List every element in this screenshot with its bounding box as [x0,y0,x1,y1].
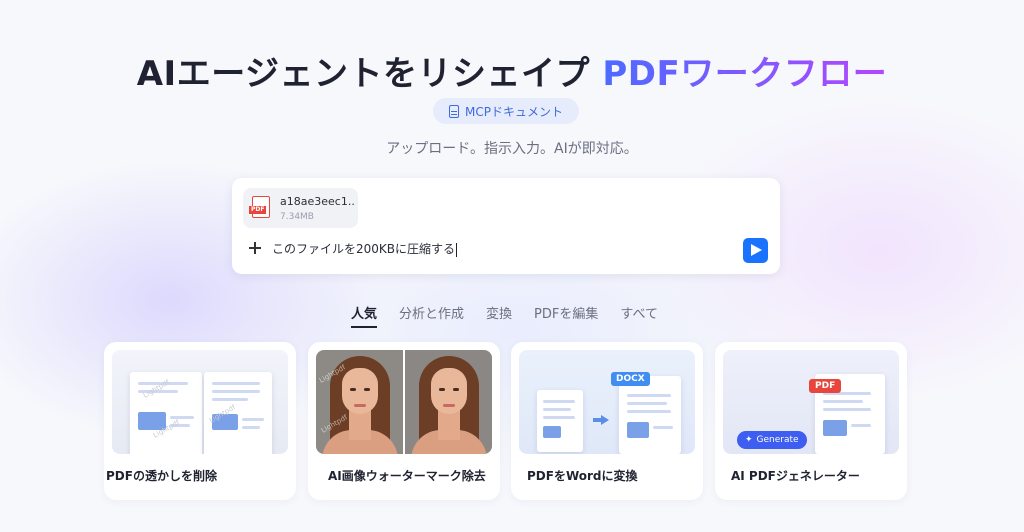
tool-card-remove-pdf-watermark[interactable]: Lightpdf Lightpdf Lightpdf PDFの透かしを削除 [104,342,296,500]
page-title: AIエージェントをリシェイプ PDFワークフロー [0,46,1024,95]
add-attachment-button[interactable] [248,241,262,255]
card-title: AI PDFジェネレーター [731,469,860,483]
image-icon [627,422,649,438]
text-caret [456,242,458,257]
file-size: 7.34MB [280,212,314,222]
card-illustration: Lightpdf Lightpdf Lightpdf [112,350,288,454]
tab-popular[interactable]: 人気 [351,303,378,328]
generate-button: ✦ Generate [737,431,807,449]
image-icon [543,426,561,438]
sparkle-icon: ✦ [745,435,753,445]
card-illustration: PDF ✦ Generate [723,350,899,454]
pdf-document-thumbnail [537,390,583,452]
mcp-docs-link[interactable]: MCPドキュメント [433,98,579,124]
card-title: AI画像ウォーターマーク除去 [328,469,486,483]
tab-edit-pdf[interactable]: PDFを編集 [534,303,598,328]
portrait-clean [405,350,492,454]
tool-card-pdf-to-word[interactable]: DOCX PDFをWordに変換 [511,342,703,500]
tab-convert[interactable]: 変換 [486,303,512,328]
generate-label: Generate [756,435,799,445]
prompt-input[interactable]: このファイルを200KBに圧縮する [272,240,458,257]
word-document-thumbnail [619,376,681,454]
tool-card-ai-image-watermark-remover[interactable]: Lightpdf Lightpdf AI画像ウォーターマーク除去 [308,342,500,500]
card-illustration: Lightpdf Lightpdf [316,350,492,454]
docx-tag: DOCX [611,372,650,386]
convert-arrow-head [601,415,609,425]
file-name: a18ae3eec1... [280,195,356,208]
pdf-type-tag: PDF [249,206,267,214]
tab-analyze-create[interactable]: 分析と作成 [399,303,464,328]
pdf-tag: PDF [809,379,842,393]
chat-input-box: PDF a18ae3eec1... 7.34MB このファイルを200KBに圧縮… [232,178,780,274]
portrait-with-watermark: Lightpdf Lightpdf [316,350,404,454]
mcp-docs-label: MCPドキュメント [465,104,563,119]
document-icon [449,104,459,118]
tab-all[interactable]: すべて [620,303,658,328]
card-title: PDFの透かしを削除 [106,469,217,483]
page-subtitle: アップロード。指示入力。AIが即対応。 [386,141,638,157]
card-title: PDFをWordに変換 [527,469,638,483]
pdf-file-icon: PDF [249,196,270,218]
category-tabs: 人気 分析と作成 変換 PDFを編集 すべて [351,303,658,328]
image-icon [823,420,847,436]
title-main: AIエージェントをリシェイプ [136,54,591,94]
title-accent: PDFワークフロー [602,54,888,94]
send-button[interactable] [743,238,768,263]
attached-file-chip[interactable]: PDF a18ae3eec1... 7.34MB [243,188,358,228]
card-illustration: DOCX [519,350,695,454]
prompt-text: このファイルを200KBに圧縮する [272,242,456,256]
convert-arrow-icon [593,418,601,422]
tool-card-ai-pdf-generator[interactable]: PDF ✦ Generate AI PDFジェネレーター [715,342,907,500]
